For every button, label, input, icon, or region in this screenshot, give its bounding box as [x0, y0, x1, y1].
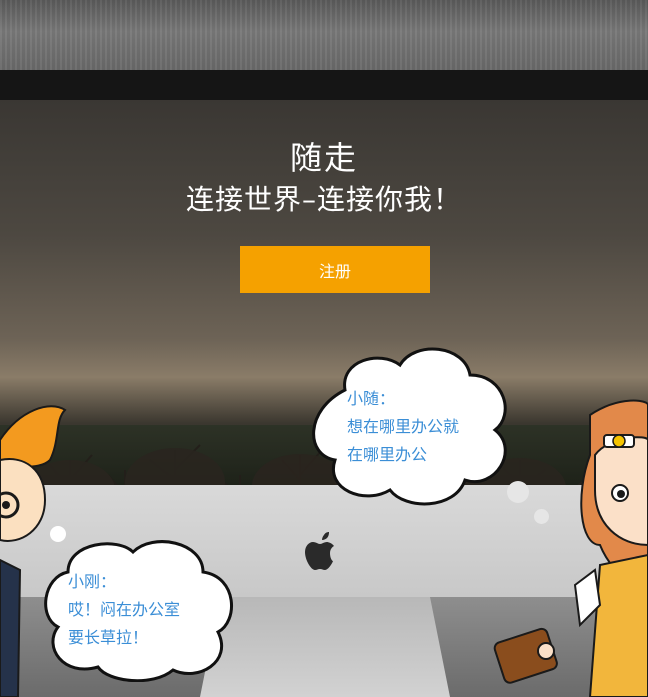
bubble-left-line1: 哎！闷在办公室 — [68, 600, 181, 619]
bubble-right-line1: 想在哪里办公就 — [347, 417, 460, 436]
wall-background — [0, 0, 648, 70]
bubble-left-speaker: 小刚： — [68, 572, 117, 591]
bubble-left-line2: 要长草拉！ — [68, 628, 149, 647]
page-title: 随走 — [289, 139, 358, 177]
speech-bubble-right: 小随： 想在哪里办公就 在哪里办公 — [305, 340, 515, 510]
apple-logo-icon — [305, 532, 334, 570]
cartoon-boy — [0, 405, 67, 697]
hero-headline: 随走 连接世界–连接你我！ — [0, 136, 648, 220]
register-button[interactable]: 注册 — [240, 246, 430, 293]
page-subtitle: 连接世界–连接你我！ — [185, 183, 462, 216]
bubble-right-speaker: 小随： — [347, 389, 396, 408]
cartoon-girl — [493, 399, 648, 697]
bubble-right-line2: 在哪里办公 — [347, 445, 428, 464]
